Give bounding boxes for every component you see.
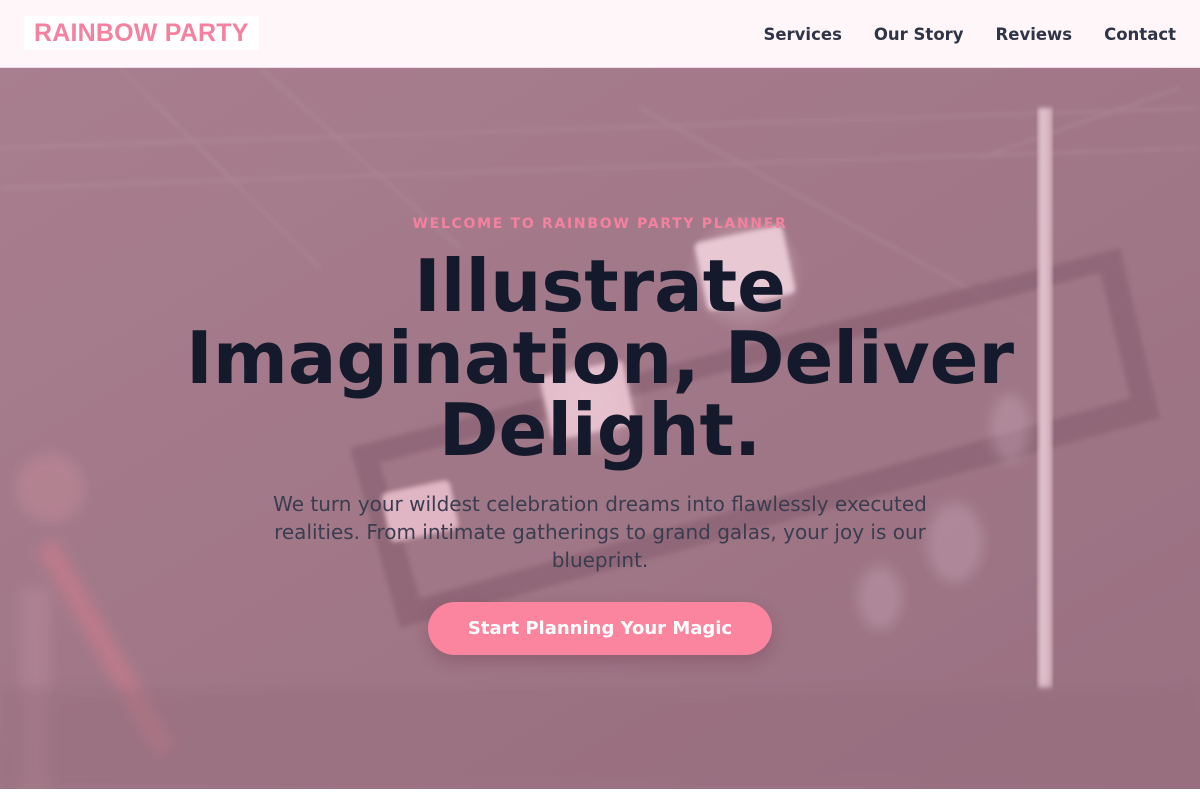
nav-link-reviews[interactable]: Reviews bbox=[996, 25, 1073, 44]
page-bottom-strip bbox=[0, 789, 1200, 800]
hero-subtext: We turn your wildest celebration dreams … bbox=[273, 492, 927, 572]
top-navbar: RAINBOW PARTY Services Our Story Reviews… bbox=[0, 0, 1200, 68]
hero-headline: Illustrate Imagination, Deliver Delight. bbox=[186, 244, 1014, 472]
hero-content: WELCOME TO RAINBOW PARTY PLANNER Illustr… bbox=[0, 68, 1200, 789]
nav-link-our-story[interactable]: Our Story bbox=[874, 25, 964, 44]
hero-eyebrow: WELCOME TO RAINBOW PARTY PLANNER bbox=[412, 216, 788, 232]
start-planning-button[interactable]: Start Planning Your Magic bbox=[428, 602, 772, 655]
nav-link-services[interactable]: Services bbox=[763, 25, 841, 44]
hero-section: WELCOME TO RAINBOW PARTY PLANNER Illustr… bbox=[0, 68, 1200, 789]
brand-logo[interactable]: RAINBOW PARTY bbox=[24, 16, 259, 50]
main-nav: Services Our Story Reviews Contact bbox=[763, 0, 1176, 68]
nav-link-contact[interactable]: Contact bbox=[1104, 25, 1176, 44]
